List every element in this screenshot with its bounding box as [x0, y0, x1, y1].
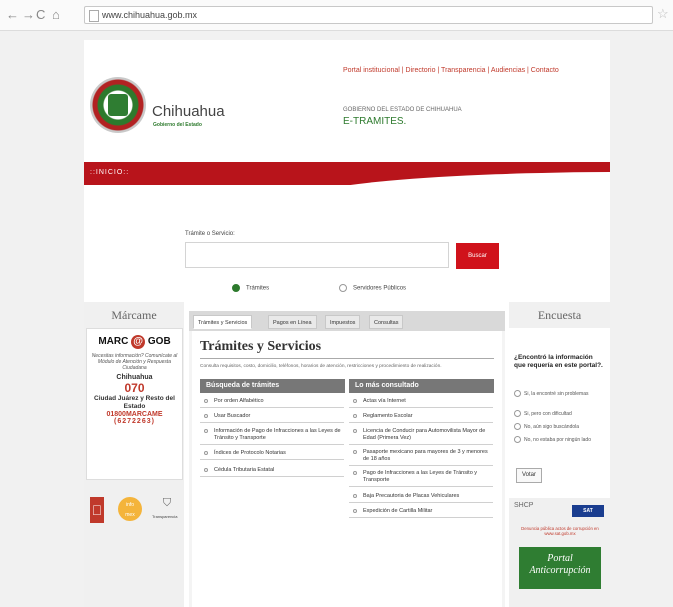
brand-name: Chihuahua: [152, 103, 225, 120]
panel-title: Trámites y Servicios: [200, 339, 322, 354]
page-icon: [89, 10, 99, 22]
survey-option[interactable]: Si, pero con dificultad: [514, 410, 606, 418]
etramites-title: E-TRAMITES.: [343, 116, 407, 127]
radio-tramites[interactable]: Trámites: [232, 284, 269, 292]
search-label: Trámite o Servicio:: [185, 231, 235, 237]
col-busqueda-header: Búsqueda de trámites: [200, 379, 345, 393]
tab-impuestos[interactable]: Impuestos: [325, 315, 361, 329]
encuesta-heading: Encuesta: [537, 308, 582, 322]
infomex-icon[interactable]: info mex: [118, 497, 142, 521]
reload-icon[interactable]: C: [36, 8, 45, 22]
marcagob-logo: MARC @ GOB: [98, 335, 171, 349]
tollfree-number: (6272263): [114, 418, 155, 425]
search-button[interactable]: Buscar: [456, 243, 499, 269]
survey-option[interactable]: Si, la encontré sin problemas: [514, 390, 606, 398]
tab-tramites[interactable]: Trámites y Servicios: [193, 315, 253, 329]
home-icon[interactable]: ⌂: [52, 8, 60, 22]
top-links[interactable]: Portal institucional | Directorio | Tran…: [343, 67, 559, 74]
center-panel: Trámites y Servicios Pagos en Línea Impu…: [189, 311, 505, 607]
bookmark-star-icon[interactable]: ☆: [657, 6, 669, 22]
inicio-link[interactable]: ::INICIO::: [90, 169, 129, 176]
list-item[interactable]: Información de Pago de Infracciones a la…: [200, 428, 344, 445]
survey-question: ¿Encontró la información que requería en…: [514, 354, 603, 369]
list-item[interactable]: Pasaporte mexicano para mayores de 3 y m…: [349, 449, 493, 466]
url-text[interactable]: www.chihuahua.gob.mx: [102, 10, 197, 20]
denuncia-link[interactable]: Denuncia pública actos de corrupción en …: [514, 526, 606, 536]
list-item[interactable]: Licencia de Conducir para Automovilista …: [349, 428, 493, 445]
list-item[interactable]: Cédula Tributaria Estatal: [200, 467, 344, 477]
forward-icon[interactable]: →: [22, 8, 35, 22]
transparencia-icon[interactable]: ⛉ Transparencia: [152, 497, 178, 523]
tab-consultas[interactable]: Consultas: [369, 315, 404, 329]
right-column: Encuesta ¿Encontró la información que re…: [509, 302, 610, 607]
city-label: Chihuahua: [116, 374, 153, 381]
partner-icons: ⎕ info mex ⛉ Transparencia: [90, 497, 180, 527]
survey-option[interactable]: No, no estaba por ningún lado: [514, 436, 606, 444]
list-item[interactable]: Por orden Alfabético: [200, 398, 344, 408]
col-consultado-header: Lo más consultado: [349, 379, 494, 393]
left-column: Márcame MARC @ GOB Necesitas información…: [84, 302, 184, 607]
web-page: Chihuahua Gobierno del Estado Portal ins…: [84, 40, 610, 607]
list-item[interactable]: Reglamento Escolar: [349, 413, 493, 423]
browser-toolbar: ← → C ⌂ www.chihuahua.gob.mx ☆: [0, 0, 673, 31]
tollfree-label: 01800MARCAME: [106, 411, 163, 418]
brand-subtitle: Gobierno del Estado: [153, 122, 202, 128]
survey-option[interactable]: No, aún sigo buscándola: [514, 423, 606, 431]
marcagob-slogan: Necesitas información? Comunícate al Mód…: [91, 353, 178, 371]
list-item[interactable]: Actas vía Internet: [349, 398, 493, 408]
vote-button[interactable]: Votar: [516, 468, 542, 483]
phone-070: 070: [124, 381, 145, 395]
radio-servidores[interactable]: Servidores Públicos: [339, 284, 406, 292]
address-bar[interactable]: www.chihuahua.gob.mx: [84, 6, 653, 24]
tab-bar: Trámites y Servicios Pagos en Línea Impu…: [189, 311, 505, 331]
gobierno-label: GOBIERNO DEL ESTADO DE CHIHUAHUA: [343, 107, 462, 113]
tab-panel: Trámites y Servicios Consulta requisitos…: [192, 331, 502, 607]
cj-label: Ciudad Juárez y Resto del Estado: [94, 395, 175, 410]
list-item[interactable]: Expedición de Cartilla Militar: [349, 508, 493, 518]
list-item[interactable]: Índices de Protocolo Notarias: [200, 450, 344, 460]
tab-pagos[interactable]: Pagos en Línea: [268, 315, 317, 329]
shcp-label: SHCP: [514, 502, 534, 509]
state-seal-logo[interactable]: [90, 77, 146, 133]
panel-description: Consulta requisitos, costo, domicilio, t…: [200, 364, 442, 369]
sat-logo: SAT: [572, 505, 604, 517]
nav-bar: ::INICIO::: [84, 162, 610, 202]
list-item[interactable]: Baja Precautoria de Placas Vehiculares: [349, 493, 493, 503]
marcagob-banner[interactable]: MARC @ GOB Necesitas información? Comuní…: [86, 328, 183, 480]
instituto-icon[interactable]: ⎕: [90, 497, 104, 523]
survey-box: ¿Encontró la información que requería en…: [509, 328, 610, 498]
list-item[interactable]: Pago de Infracciones a las Leyes de Trán…: [349, 470, 493, 487]
marcame-heading: Márcame: [111, 308, 157, 322]
list-item[interactable]: Usar Buscador: [200, 413, 344, 423]
shcp-sat-logos[interactable]: SHCP SAT: [514, 502, 606, 522]
search-input[interactable]: [185, 242, 449, 268]
back-icon[interactable]: ←: [6, 8, 19, 22]
portal-anticorrupcion-banner[interactable]: Portal Anticorrupción: [519, 547, 601, 589]
